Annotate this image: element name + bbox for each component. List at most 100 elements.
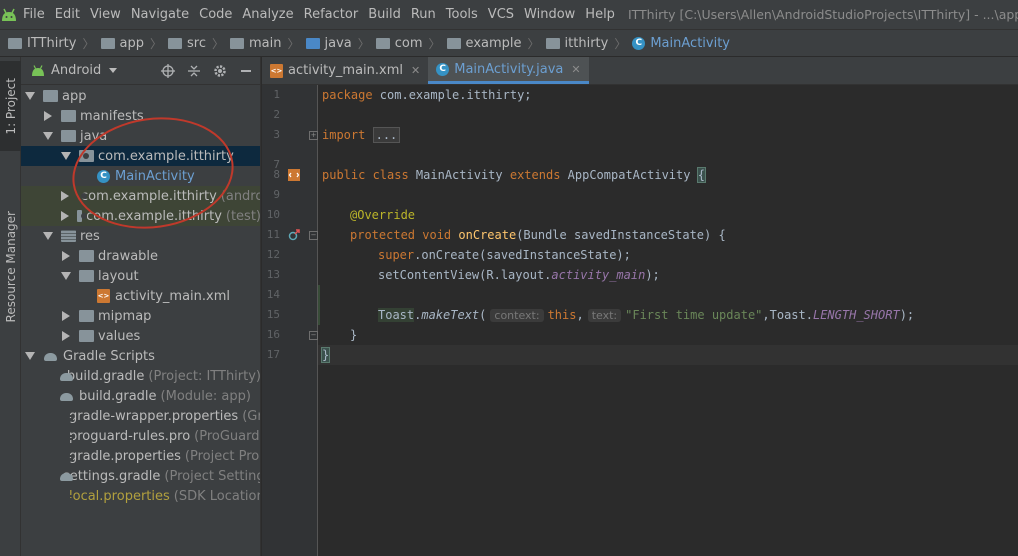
- code-editor[interactable]: package com.example.itthirty; import ...…: [318, 85, 1018, 556]
- tree-item-gradle-scripts[interactable]: Gradle Scripts: [21, 346, 260, 366]
- code-token: setContentView(R.layout.: [378, 268, 552, 282]
- expand-arrow-icon[interactable]: [43, 231, 53, 241]
- package-icon: [79, 150, 94, 162]
- close-icon[interactable]: ✕: [411, 64, 420, 77]
- tree-item-package-androidtest[interactable]: com.example.itthirty (androidTest): [21, 186, 261, 206]
- code-line-15: Toast.makeText(context: this, text: "First …: [378, 305, 914, 325]
- collapse-arrow-icon[interactable]: [61, 251, 71, 261]
- collapse-arrow-icon[interactable]: [61, 311, 71, 321]
- collapse-arrow-icon[interactable]: [61, 331, 71, 341]
- tree-item-build-gradle-module[interactable]: build.gradle (Module: app): [21, 386, 260, 406]
- menu-bar: File Edit View Navigate Code Analyze Ref…: [0, 0, 1018, 29]
- tree-item-activity-main-xml[interactable]: <> activity_main.xml: [21, 286, 260, 306]
- menu-run[interactable]: Run: [406, 0, 441, 29]
- breadcrumb-item-mainactivity[interactable]: C MainActivity: [632, 36, 730, 51]
- tree-item-manifests[interactable]: manifests: [21, 106, 260, 126]
- tab-mainactivity-java[interactable]: C MainActivity.java ✕: [428, 57, 589, 84]
- parameter-hint: context:: [490, 309, 544, 322]
- tree-item-proguard-rules[interactable]: proguard-rules.pro (ProGuard Rules for a…: [21, 426, 260, 446]
- expand-arrow-icon[interactable]: [61, 271, 71, 281]
- editor-gutter[interactable]: 1 2 3 7 8 9 10 11 12 13 14 15 16 17 + − …: [262, 85, 318, 556]
- line-number: 8: [273, 168, 280, 181]
- line-number: 1: [273, 88, 280, 101]
- menu-refactor[interactable]: Refactor: [299, 0, 364, 29]
- menu-edit[interactable]: Edit: [50, 0, 85, 29]
- project-tool-tab[interactable]: 1: Project: [0, 61, 21, 151]
- tab-activity-main-xml[interactable]: <> activity_main.xml ✕: [262, 57, 428, 84]
- expand-arrow-icon[interactable]: [25, 351, 35, 361]
- menu-code[interactable]: Code: [194, 0, 237, 29]
- package-icon: [77, 210, 88, 222]
- breadcrumb-item-main[interactable]: main 〉: [230, 35, 306, 52]
- tree-item-label: res: [80, 228, 100, 244]
- layout-xml-link-icon[interactable]: [286, 167, 302, 183]
- tree-item-local-properties[interactable]: local.properties (SDK Location): [21, 486, 261, 506]
- breadcrumb-item-itthirty[interactable]: itthirty 〉: [545, 35, 633, 52]
- menu-view[interactable]: View: [85, 0, 126, 29]
- locate-crosshair-icon[interactable]: [160, 63, 176, 79]
- package-icon: [446, 37, 461, 49]
- resource-manager-tab[interactable]: Resource Manager: [0, 207, 21, 327]
- fold-collapse-icon[interactable]: −: [309, 331, 318, 340]
- menu-help[interactable]: Help: [580, 0, 620, 29]
- line-number: 14: [266, 288, 280, 301]
- tree-item-res[interactable]: res: [21, 226, 260, 246]
- close-icon[interactable]: ✕: [571, 63, 580, 76]
- tree-item-drawable[interactable]: drawable: [21, 246, 260, 266]
- fold-collapse-icon[interactable]: −: [309, 231, 318, 240]
- folded-imports[interactable]: ...: [372, 127, 401, 143]
- fold-expand-icon[interactable]: +: [309, 131, 318, 140]
- tree-item-gradle-wrapper-properties[interactable]: gradle-wrapper.properties (Gradle Versio…: [21, 406, 260, 426]
- menu-analyze[interactable]: Analyze: [237, 0, 298, 29]
- tree-item-app[interactable]: app: [21, 86, 260, 106]
- tree-item-mainactivity[interactable]: C MainActivity: [21, 166, 260, 186]
- tree-item-label: app: [62, 88, 87, 104]
- tree-item-build-gradle-project[interactable]: build.gradle (Project: ITThirty): [21, 366, 260, 386]
- gear-icon[interactable]: [212, 63, 228, 79]
- static-method-token: makeText: [421, 308, 480, 322]
- menu-window[interactable]: Window: [519, 0, 580, 29]
- tree-item-values[interactable]: values: [21, 326, 260, 346]
- chevron-down-icon[interactable]: [109, 68, 118, 73]
- tree-item-hint: (SDK Location): [173, 488, 261, 504]
- breadcrumb-item-java[interactable]: java 〉: [305, 35, 376, 52]
- breadcrumb-label: itthirty: [564, 35, 609, 51]
- minimize-icon[interactable]: [238, 63, 254, 79]
- tree-item-gradle-properties[interactable]: gradle.properties (Project Properties): [21, 446, 260, 466]
- expand-arrow-icon[interactable]: [43, 131, 53, 141]
- breadcrumb-item-example[interactable]: example 〉: [446, 35, 546, 52]
- line-number: 10: [266, 208, 280, 221]
- code-token: .onCreate(savedInstanceState);: [414, 248, 631, 262]
- menu-vcs[interactable]: VCS: [483, 0, 519, 29]
- source-folder-icon: [305, 37, 320, 49]
- breadcrumb-item-project[interactable]: ITThirty 〉: [8, 35, 101, 52]
- tree-item-package-main[interactable]: com.example.itthirty: [21, 146, 260, 166]
- collapse-all-icon[interactable]: [186, 63, 202, 79]
- menu-build[interactable]: Build: [363, 0, 406, 29]
- tree-item-hint: (androidTest): [220, 188, 261, 204]
- project-panel: Android app manifests java com.example.i…: [21, 57, 261, 556]
- xml-file-icon: <>: [270, 63, 283, 78]
- tree-item-label: settings.gradle: [63, 468, 161, 484]
- tree-item-mipmap[interactable]: mipmap: [21, 306, 260, 326]
- tree-item-settings-gradle[interactable]: settings.gradle (Project Settings): [21, 466, 260, 486]
- tree-item-java[interactable]: java: [21, 126, 260, 146]
- breadcrumb-item-src[interactable]: src 〉: [168, 35, 230, 52]
- menu-tools[interactable]: Tools: [441, 0, 483, 29]
- override-marker-icon[interactable]: [286, 227, 302, 243]
- breadcrumb-item-app[interactable]: app 〉: [100, 35, 169, 52]
- menu-file[interactable]: File: [18, 0, 50, 29]
- tree-item-layout[interactable]: layout: [21, 266, 260, 286]
- menu-navigate[interactable]: Navigate: [126, 0, 194, 29]
- class-ref-token: Toast: [378, 308, 415, 322]
- expand-arrow-icon[interactable]: [61, 151, 71, 161]
- breadcrumb-item-com[interactable]: com 〉: [375, 35, 447, 52]
- folder-icon: [168, 37, 182, 49]
- project-view-selector[interactable]: Android: [51, 63, 101, 78]
- tree-item-package-test[interactable]: com.example.itthirty (test): [21, 206, 260, 226]
- collapse-arrow-icon[interactable]: [61, 211, 69, 221]
- collapse-arrow-icon[interactable]: [61, 191, 69, 201]
- expand-arrow-icon[interactable]: [25, 91, 35, 101]
- gradle-icon: [43, 350, 59, 362]
- collapse-arrow-icon[interactable]: [43, 111, 53, 121]
